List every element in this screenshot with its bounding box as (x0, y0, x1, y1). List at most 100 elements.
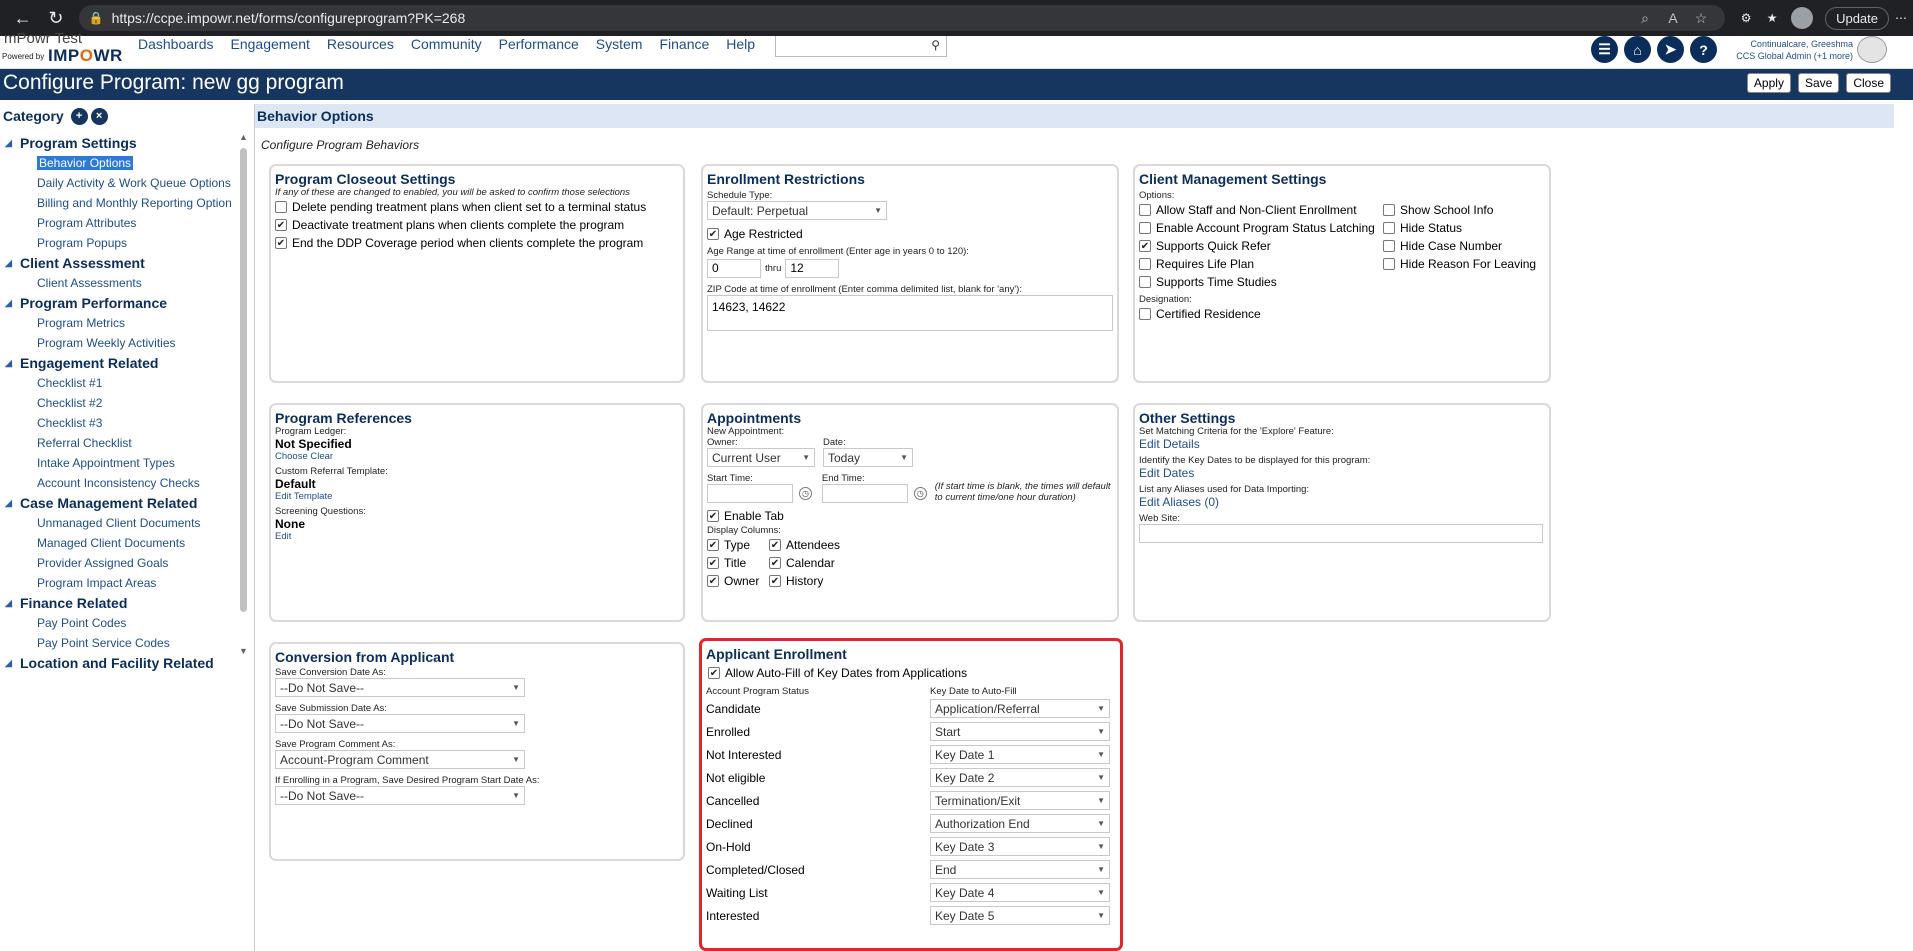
favorites-icon[interactable]: ★ (1759, 11, 1785, 25)
search-icon[interactable]: ⚲ (931, 38, 940, 52)
expand-triangle-icon[interactable]: ◢ (5, 293, 12, 313)
item-program-weekly[interactable]: Program Weekly Activities (0, 333, 240, 353)
home-icon[interactable]: ⌂ (1624, 36, 1651, 63)
user-avatar[interactable] (1857, 36, 1887, 63)
client-option[interactable]: Hide Reason For Leaving (1383, 255, 1536, 273)
collapse-all-icon[interactable]: × (90, 108, 108, 125)
key-date-select[interactable]: Key Date 3 ▼ (930, 837, 1110, 856)
list-icon[interactable]: ☰ (1591, 36, 1618, 63)
extension-icon[interactable]: ⚙ (1733, 11, 1759, 25)
address-bar[interactable]: 🔒 https://ccpe.impowr.net/forms/configur… (78, 5, 1726, 31)
global-search-input[interactable]: ⚲ (775, 36, 947, 57)
checkbox[interactable] (1383, 258, 1395, 270)
checkbox[interactable] (1139, 204, 1151, 216)
closeout-option[interactable]: ✔ End the DDP Coverage period when client… (275, 234, 679, 252)
item-impact-areas[interactable]: Program Impact Areas (0, 573, 240, 593)
item-billing[interactable]: Billing and Monthly Reporting Option (0, 193, 240, 213)
key-date-select[interactable]: Key Date 5 ▼ (930, 906, 1110, 925)
clock-icon[interactable]: ◷ (913, 487, 927, 500)
submission-date-select[interactable]: --Do Not Save-- ▼ (275, 714, 525, 733)
enable-tab-option[interactable]: ✔ Enable Tab (707, 507, 1113, 525)
expand-triangle-icon[interactable]: ◢ (5, 493, 12, 513)
checkbox[interactable]: ✔ (769, 539, 781, 551)
close-button[interactable]: Close (1846, 73, 1891, 93)
item-client-assessments[interactable]: Client Assessments (0, 273, 240, 293)
scroll-down-icon[interactable]: ▼ (239, 646, 248, 656)
expand-triangle-icon[interactable]: ◢ (5, 133, 12, 153)
item-pay-point-codes[interactable]: Pay Point Codes (0, 613, 240, 633)
clear-link[interactable]: Clear (310, 451, 333, 462)
save-button[interactable]: Save (1797, 73, 1840, 93)
schedule-type-select[interactable]: Default: Perpetual ▼ (707, 201, 887, 220)
column-option[interactable]: ✔ Owner (707, 572, 769, 590)
scroll-up-icon[interactable]: ▲ (239, 132, 248, 142)
item-checklist-2[interactable]: Checklist #2 (0, 393, 240, 413)
share-icon[interactable]: ➤ (1657, 36, 1684, 63)
item-referral-checklist[interactable]: Referral Checklist (0, 433, 240, 453)
profile-icon[interactable] (1791, 7, 1814, 29)
age-from-input[interactable]: 0 (707, 259, 761, 278)
group-case-management[interactable]: ◢ Case Management Related (0, 493, 240, 513)
item-program-attributes[interactable]: Program Attributes (0, 213, 240, 233)
item-program-metrics[interactable]: Program Metrics (0, 313, 240, 333)
client-option[interactable]: ✔ Supports Quick Refer (1139, 237, 1383, 255)
key-date-select[interactable]: Application/Referral ▼ (930, 699, 1110, 718)
expand-triangle-icon[interactable]: ◢ (5, 653, 12, 673)
date-select[interactable]: Today ▼ (823, 448, 913, 467)
menu-help[interactable]: Help (726, 36, 755, 52)
expand-triangle-icon[interactable]: ◢ (5, 353, 12, 373)
checkbox[interactable]: ✔ (707, 539, 719, 551)
menu-system[interactable]: System (596, 36, 643, 52)
column-option[interactable]: ✔ Title (707, 554, 769, 572)
age-restricted-option[interactable]: ✔ Age Restricted (707, 225, 1113, 243)
zoom-icon[interactable]: ⌕ (1631, 10, 1659, 27)
checkbox[interactable]: ✔ (769, 557, 781, 569)
item-behavior-options[interactable]: Behavior Options (0, 153, 240, 173)
column-option[interactable]: ✔ History (769, 572, 840, 590)
item-daily-activity[interactable]: Daily Activity & Work Queue Options (0, 173, 240, 193)
checkbox[interactable] (1383, 240, 1395, 252)
read-aloud-icon[interactable]: A (1659, 10, 1687, 26)
client-option[interactable]: Requires Life Plan (1139, 255, 1383, 273)
group-engagement-related[interactable]: ◢ Engagement Related (0, 353, 240, 373)
start-time-input[interactable] (707, 484, 793, 503)
column-option[interactable]: ✔ Attendees (769, 536, 840, 554)
client-option[interactable]: Enable Account Program Status Latching (1139, 219, 1383, 237)
checkbox[interactable]: ✔ (769, 575, 781, 587)
expand-all-icon[interactable]: + (70, 108, 88, 125)
edit-template-link[interactable]: Edit Template (275, 491, 679, 502)
program-comment-select[interactable]: Account-Program Comment ▼ (275, 750, 525, 769)
checkbox[interactable]: ✔ (708, 667, 720, 679)
menu-resources[interactable]: Resources (327, 36, 394, 52)
checkbox[interactable]: ✔ (707, 575, 719, 587)
group-program-performance[interactable]: ◢ Program Performance (0, 293, 240, 313)
item-program-popups[interactable]: Program Popups (0, 233, 240, 253)
checkbox[interactable] (1383, 222, 1395, 234)
choose-link[interactable]: Choose (275, 451, 308, 462)
checkbox[interactable] (1139, 308, 1151, 320)
item-account-inconsistency[interactable]: Account Inconsistency Checks (0, 473, 240, 493)
item-managed-docs[interactable]: Managed Client Documents (0, 533, 240, 553)
user-info[interactable]: Continualcare, Greeshma CCS Global Admin… (1710, 38, 1853, 62)
closeout-option[interactable]: Delete pending treatment plans when clie… (275, 198, 679, 216)
menu-community[interactable]: Community (411, 36, 482, 52)
item-provider-goals[interactable]: Provider Assigned Goals (0, 553, 240, 573)
checkbox[interactable] (1139, 222, 1151, 234)
allow-autofill-option[interactable]: ✔ Allow Auto-Fill of Key Dates from Appli… (706, 664, 1116, 682)
group-program-settings[interactable]: ◢ Program Settings (0, 133, 240, 153)
more-menu-icon[interactable]: ⋯ (1895, 11, 1907, 25)
group-finance-related[interactable]: ◢ Finance Related (0, 593, 240, 613)
conversion-date-select[interactable]: --Do Not Save-- ▼ (275, 678, 525, 697)
checkbox[interactable]: ✔ (275, 237, 287, 249)
item-pay-point-service-codes[interactable]: Pay Point Service Codes (0, 633, 240, 653)
edit-screening-link[interactable]: Edit (275, 531, 679, 542)
checkbox[interactable]: ✔ (707, 510, 719, 522)
zip-input[interactable]: 14623, 14622 (707, 295, 1113, 331)
client-option[interactable]: Supports Time Studies (1139, 273, 1383, 291)
checkbox[interactable] (1139, 276, 1151, 288)
clock-icon[interactable]: ◷ (799, 487, 812, 500)
expand-triangle-icon[interactable]: ◢ (5, 593, 12, 613)
key-date-select[interactable]: Key Date 2 ▼ (930, 768, 1110, 787)
key-date-select[interactable]: Key Date 4 ▼ (930, 883, 1110, 902)
checkbox[interactable] (275, 201, 287, 213)
